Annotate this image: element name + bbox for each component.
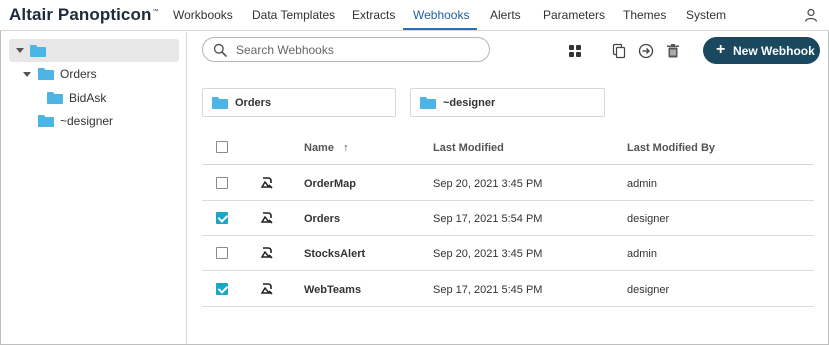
brand-logo: Altair Panopticon™: [9, 5, 159, 24]
tree-item-label: ~designer: [60, 114, 114, 128]
webhook-icon: [260, 283, 273, 295]
folder-card-designer[interactable]: ~designer: [410, 88, 605, 117]
folder-icon: [30, 45, 46, 57]
webhook-name[interactable]: Orders: [304, 213, 340, 225]
last-modified: Sep 17, 2021 5:54 PM: [433, 213, 543, 225]
folder-tree-sidebar: Orders BidAsk ~designer: [1, 32, 187, 344]
table-row[interactable]: WebTeams Sep 17, 2021 5:45 PM designer: [202, 272, 814, 307]
last-modified-by: admin: [627, 248, 657, 260]
copy-icon[interactable]: [611, 43, 627, 59]
chevron-down-icon[interactable]: [16, 48, 24, 53]
nav-parameters[interactable]: Parameters: [543, 8, 605, 22]
webhook-icon: [260, 177, 273, 189]
delete-icon[interactable]: [665, 43, 681, 59]
new-webhook-button[interactable]: + New Webhook: [703, 37, 820, 64]
last-modified-by: designer: [627, 284, 670, 296]
folder-icon: [420, 97, 436, 109]
nav-alerts[interactable]: Alerts: [490, 8, 521, 22]
search-placeholder: Search Webhooks: [236, 43, 334, 57]
folder-icon: [47, 92, 63, 104]
search-input[interactable]: Search Webhooks: [202, 37, 490, 62]
last-modified: Sep 20, 2021 3:45 PM: [433, 178, 543, 190]
sort-ascending-icon: ↑: [343, 142, 349, 154]
active-tab-indicator: [403, 28, 477, 30]
last-modified: Sep 20, 2021 3:45 PM: [433, 248, 543, 260]
tree-item-label: Orders: [60, 67, 97, 81]
folder-card-label: Orders: [235, 97, 272, 109]
table-row[interactable]: OrderMap Sep 20, 2021 3:45 PM admin: [202, 166, 814, 201]
folder-icon: [38, 115, 54, 127]
folder-icon: [212, 97, 228, 109]
webhook-name[interactable]: StocksAlert: [304, 248, 365, 260]
move-icon[interactable]: [638, 43, 654, 59]
webhook-icon: [260, 212, 273, 224]
row-checkbox[interactable]: [216, 283, 228, 295]
column-header-name[interactable]: Name ↑: [304, 142, 349, 154]
webhook-icon: [260, 247, 273, 259]
column-header-last-modified[interactable]: Last Modified: [433, 142, 504, 154]
nav-webhooks[interactable]: Webhooks: [413, 8, 469, 22]
table-row[interactable]: Orders Sep 17, 2021 5:54 PM designer: [202, 201, 814, 236]
webhook-name[interactable]: WebTeams: [304, 284, 361, 296]
last-modified-by: designer: [627, 213, 670, 225]
plus-icon: +: [716, 41, 726, 58]
webhook-name[interactable]: OrderMap: [304, 178, 356, 190]
user-icon[interactable]: [804, 8, 818, 22]
folder-card-orders[interactable]: Orders: [202, 88, 396, 117]
last-modified: Sep 17, 2021 5:45 PM: [433, 284, 543, 296]
nav-themes[interactable]: Themes: [623, 8, 666, 22]
row-checkbox[interactable]: [216, 177, 228, 189]
last-modified-by: admin: [627, 178, 657, 190]
tree-item-label: BidAsk: [69, 91, 107, 105]
nav-workbooks[interactable]: Workbooks: [173, 8, 233, 22]
search-icon: [213, 43, 227, 57]
folder-icon: [38, 68, 54, 80]
table-row[interactable]: StocksAlert Sep 20, 2021 3:45 PM admin: [202, 236, 814, 271]
grid-view-icon[interactable]: [567, 43, 583, 59]
table-header: Name ↑ Last Modified Last Modified By: [202, 130, 814, 165]
column-header-last-modified-by[interactable]: Last Modified By: [627, 142, 715, 154]
nav-data-templates[interactable]: Data Templates: [252, 8, 335, 22]
select-all-checkbox[interactable]: [216, 141, 228, 153]
row-checkbox[interactable]: [216, 247, 228, 259]
folder-card-label: ~designer: [443, 97, 496, 109]
nav-extracts[interactable]: Extracts: [352, 8, 395, 22]
top-navigation-bar: Altair Panopticon™ Workbooks Data Templa…: [0, 0, 829, 31]
chevron-down-icon[interactable]: [23, 72, 31, 77]
row-checkbox[interactable]: [216, 212, 228, 224]
tree-item-root[interactable]: [9, 39, 179, 62]
nav-system[interactable]: System: [686, 8, 726, 22]
